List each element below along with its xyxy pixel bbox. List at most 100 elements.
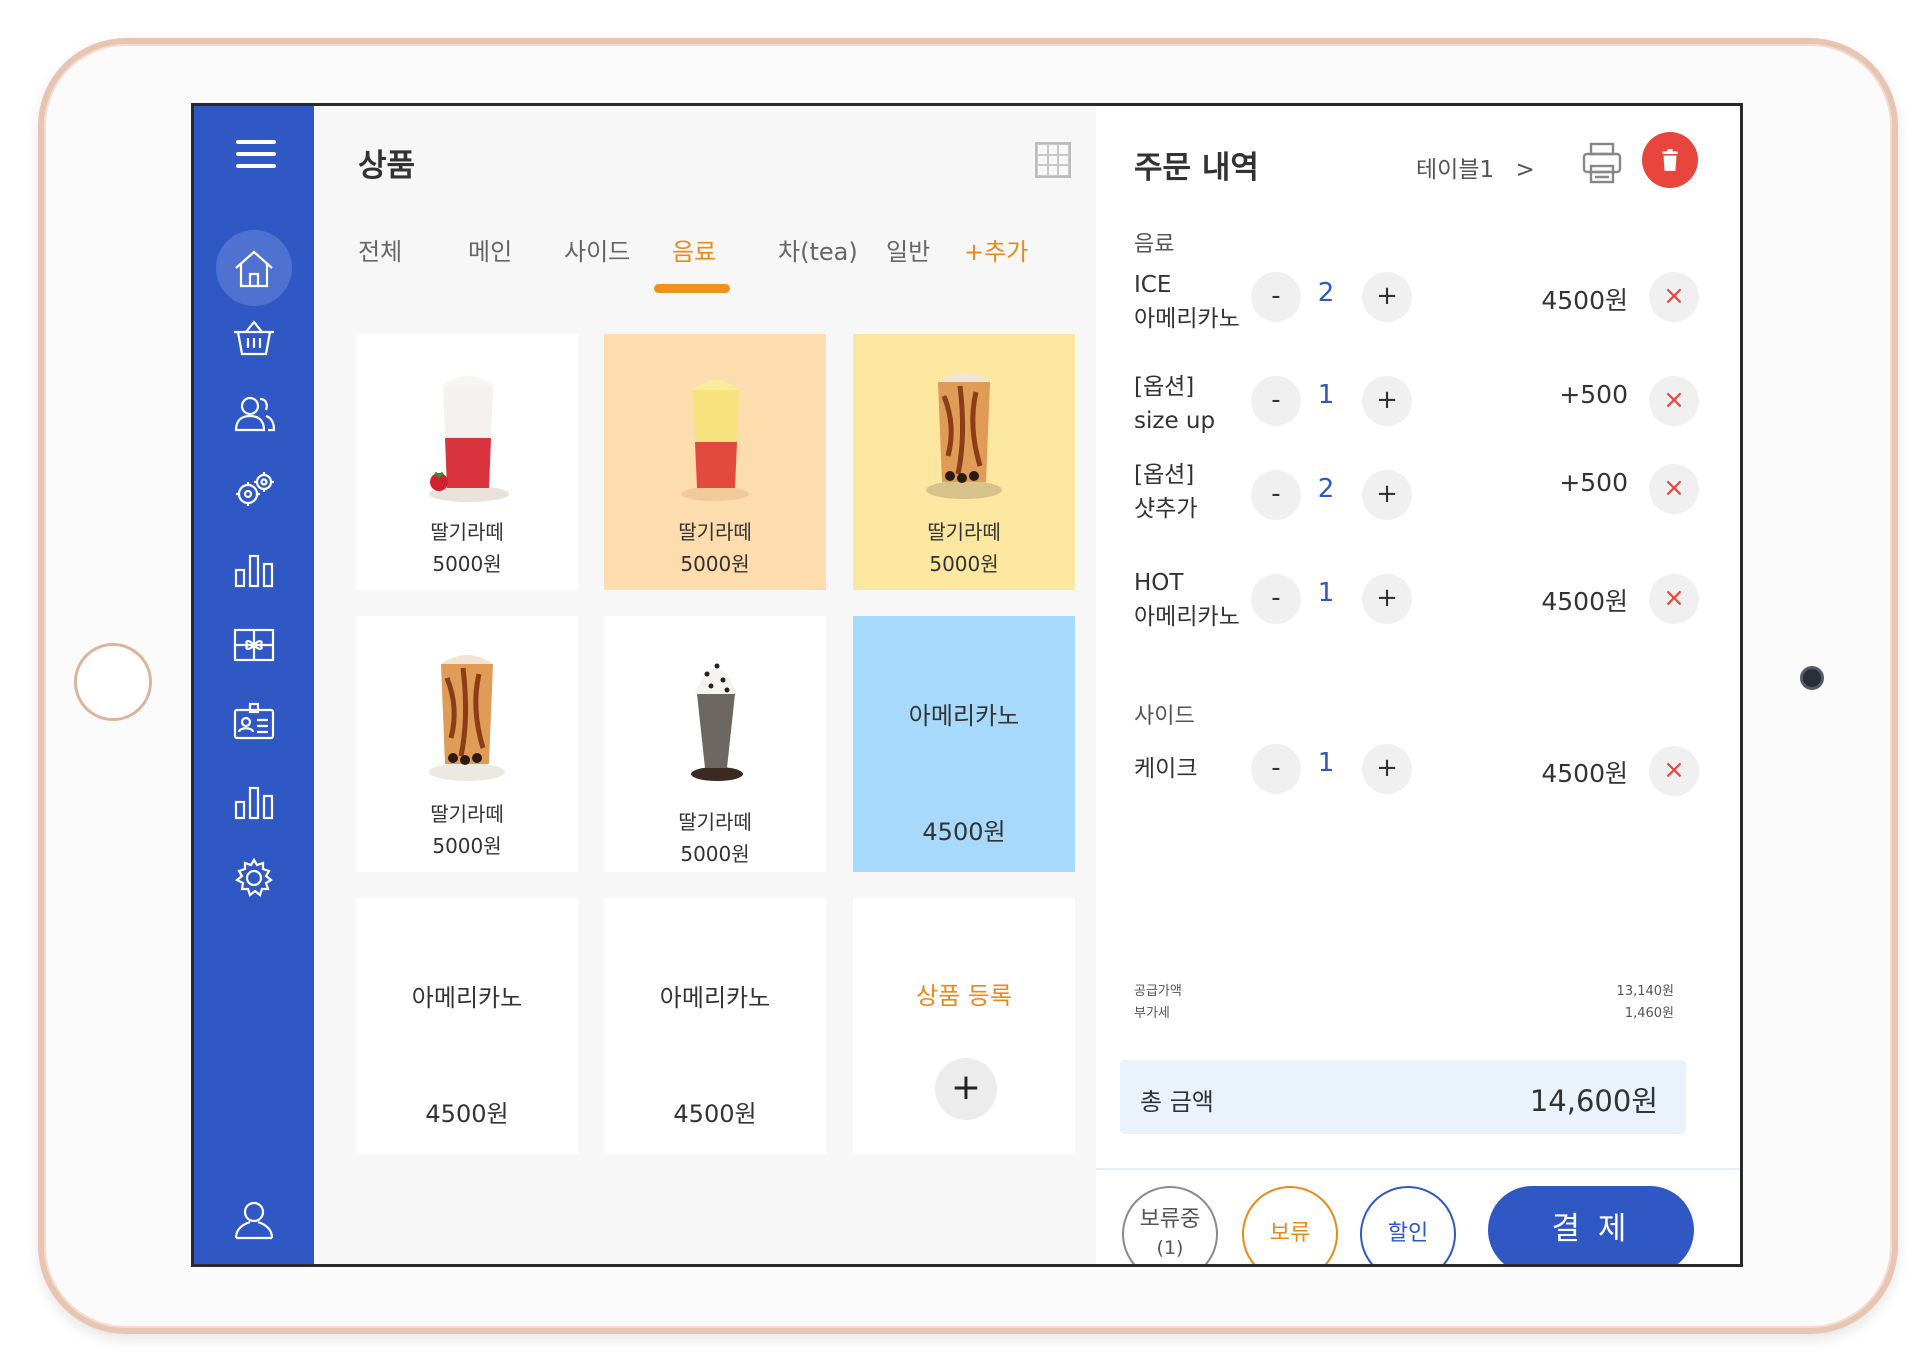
product-name: 아메리카노: [411, 984, 523, 1012]
pos-screen: 상품 전체 메인 사이드 음료 차(tea) 일반 +추가 딸기라떼 5000원…: [191, 103, 1743, 1267]
increase-qty-button[interactable]: +: [1362, 744, 1412, 794]
product-price: 5000원: [929, 552, 999, 576]
product-name: 딸기라떼: [678, 810, 752, 834]
supply-amount-label: 공급가액: [1134, 984, 1182, 999]
vat-value: 1,460원: [1624, 1006, 1674, 1021]
hold-button[interactable]: 보류: [1242, 1186, 1338, 1264]
pay-button[interactable]: 결 제: [1488, 1186, 1694, 1264]
user-icon[interactable]: [220, 1186, 288, 1254]
order-item-name: 케이크: [1134, 756, 1198, 782]
register-product-card[interactable]: 상품 등록 +: [853, 898, 1075, 1154]
item-price: +500: [1559, 468, 1628, 497]
product-card[interactable]: 아메리카노 4500원: [356, 898, 578, 1154]
product-price: 5000원: [680, 552, 750, 576]
order-title: 주문 내역: [1134, 150, 1259, 186]
strawberry-latte-image: [681, 380, 749, 501]
printer-icon[interactable]: [1579, 140, 1625, 186]
active-tab-indicator: [654, 284, 730, 293]
tab-general[interactable]: 일반: [886, 232, 930, 267]
product-price: 4500원: [922, 818, 1006, 846]
product-card[interactable]: 딸기라떼 5000원: [356, 616, 578, 872]
hamburger-menu-icon[interactable]: [236, 140, 276, 172]
remove-item-button[interactable]: ×: [1649, 272, 1699, 322]
table-label: 테이블1: [1416, 157, 1495, 183]
discount-button[interactable]: 할인: [1360, 1186, 1456, 1264]
table-selector[interactable]: 테이블1 >: [1416, 150, 1535, 184]
increase-qty-button[interactable]: +: [1362, 574, 1412, 624]
bar-chart-icon[interactable]: [220, 534, 288, 602]
section-label-drinks: 음료: [1134, 232, 1175, 257]
chevron-right-icon: >: [1515, 157, 1535, 183]
gears-icon[interactable]: [220, 456, 288, 524]
register-product-label: 상품 등록: [916, 982, 1012, 1010]
remove-item-button[interactable]: ×: [1649, 574, 1699, 624]
product-name: 딸기라떼: [678, 520, 752, 544]
brown-sugar-boba-image: [429, 655, 505, 781]
tab-drinks[interactable]: 음료: [672, 232, 716, 267]
item-quantity: 2: [1317, 474, 1335, 504]
order-item-name: [옵션] size up: [1134, 374, 1216, 434]
bar-chart-icon[interactable]: [220, 766, 288, 834]
decrease-qty-button[interactable]: -: [1251, 574, 1301, 624]
page-title: 상품: [358, 148, 416, 184]
item-quantity: 1: [1317, 578, 1335, 608]
order-panel: 주문 내역 테이블1 > 음료 ICE 아메리카노 - 2 + 4500원 ×: [1096, 106, 1740, 1264]
product-name: 딸기라떼: [927, 520, 1001, 544]
item-price: 4500원: [1541, 286, 1628, 315]
total-value: 14,600원: [1529, 1084, 1658, 1118]
tab-main[interactable]: 메인: [468, 232, 512, 267]
remove-item-button[interactable]: ×: [1649, 376, 1699, 426]
product-price: 4500원: [673, 1100, 757, 1128]
products-panel: 상품 전체 메인 사이드 음료 차(tea) 일반 +추가 딸기라떼 5000원…: [314, 106, 1096, 1264]
id-card-icon[interactable]: [220, 688, 288, 756]
users-icon[interactable]: [220, 380, 288, 448]
remove-item-button[interactable]: ×: [1649, 464, 1699, 514]
settings-icon[interactable]: [220, 844, 288, 912]
decrease-qty-button[interactable]: -: [1251, 744, 1301, 794]
total-label: 총 금액: [1140, 1088, 1214, 1116]
section-label-side: 사이드: [1134, 704, 1195, 729]
grid-view-icon[interactable]: [1035, 142, 1071, 178]
increase-qty-button[interactable]: +: [1362, 376, 1412, 426]
strawberry-latte-image: [429, 376, 509, 502]
product-name: 아메리카노: [908, 702, 1020, 730]
home-button: [74, 643, 152, 721]
product-name: 딸기라떼: [430, 802, 504, 826]
held-orders-button[interactable]: 보류중 (1): [1122, 1186, 1218, 1264]
delete-order-button[interactable]: [1642, 132, 1698, 188]
increase-qty-button[interactable]: +: [1362, 272, 1412, 322]
increase-qty-button[interactable]: +: [1362, 470, 1412, 520]
gift-icon[interactable]: [220, 610, 288, 678]
item-quantity: 2: [1317, 278, 1335, 308]
decrease-qty-button[interactable]: -: [1251, 272, 1301, 322]
sidebar: [194, 106, 314, 1264]
basket-icon[interactable]: [220, 304, 288, 372]
supply-amount-value: 13,140원: [1616, 984, 1674, 999]
product-name: 딸기라떼: [430, 520, 504, 544]
product-price: 5000원: [432, 552, 502, 576]
tab-add[interactable]: +추가: [964, 232, 1028, 267]
item-price: 4500원: [1541, 587, 1628, 616]
product-card[interactable]: 딸기라떼 5000원: [853, 334, 1075, 590]
order-item-name: [옵션] 샷추가: [1134, 462, 1198, 522]
tab-side[interactable]: 사이드: [564, 232, 630, 267]
product-card[interactable]: 아메리카노 4500원: [604, 898, 826, 1154]
order-item-name: ICE 아메리카노: [1134, 272, 1240, 332]
brown-sugar-boba-image: [926, 373, 1002, 499]
tab-tea[interactable]: 차(tea): [778, 232, 858, 267]
item-price: 4500원: [1541, 759, 1628, 788]
home-icon[interactable]: [216, 230, 292, 306]
product-card[interactable]: 아메리카노 4500원: [853, 616, 1075, 872]
add-product-button[interactable]: +: [935, 1058, 997, 1120]
product-card[interactable]: 딸기라떼 5000원: [356, 334, 578, 590]
decrease-qty-button[interactable]: -: [1251, 470, 1301, 520]
remove-item-button[interactable]: ×: [1649, 746, 1699, 796]
product-price: 5000원: [680, 842, 750, 866]
camera: [1800, 666, 1824, 690]
decrease-qty-button[interactable]: -: [1251, 376, 1301, 426]
product-name: 아메리카노: [659, 984, 771, 1012]
product-card[interactable]: 딸기라떼 5000원: [604, 334, 826, 590]
product-card[interactable]: 딸기라떼 5000원: [604, 616, 826, 872]
tab-all[interactable]: 전체: [358, 232, 402, 267]
total-bar: 총 금액 14,600원: [1120, 1060, 1686, 1134]
